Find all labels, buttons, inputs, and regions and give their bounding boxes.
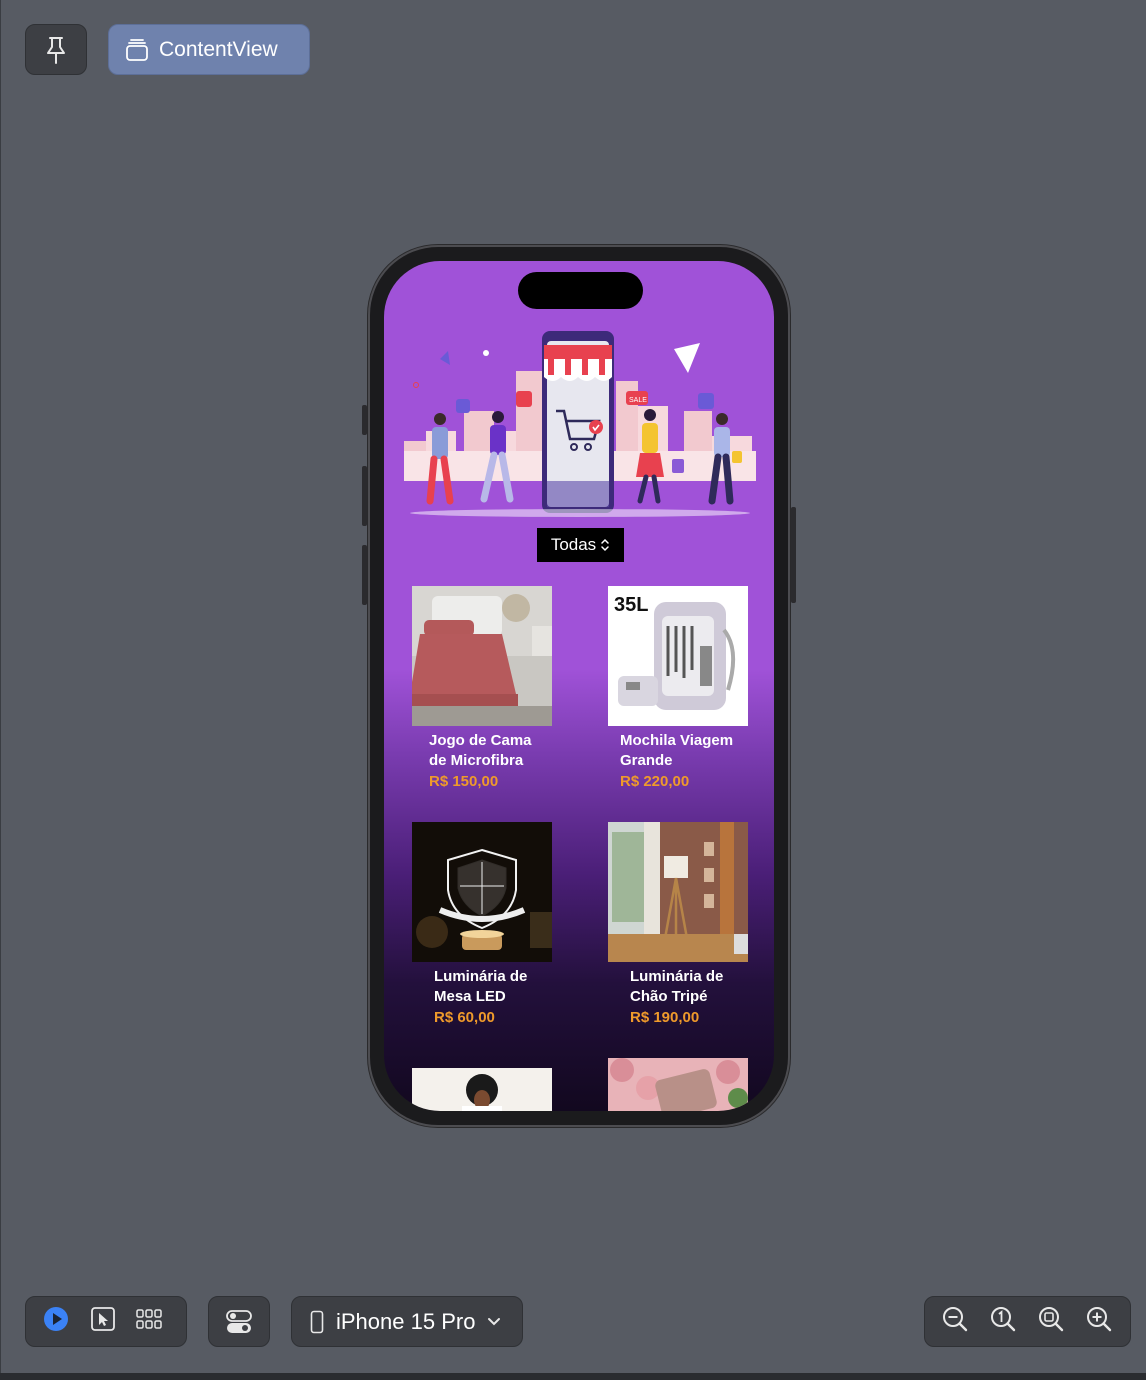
preview-title: ContentView (159, 37, 278, 61)
product-name-line: Luminária de (434, 968, 528, 985)
canvas-left-border (0, 0, 1, 1380)
zoom-out-icon[interactable] (941, 1305, 969, 1338)
product-name: Mochila Viagem Grande (620, 731, 760, 771)
product-price: R$ 150,00 (429, 773, 499, 790)
canvas-bottom-border (0, 1373, 1146, 1380)
shopping-hero-illustration: SALE (404, 331, 756, 517)
selectable-mode-cursor-icon[interactable] (90, 1306, 116, 1337)
product-name-line: Jogo de Cama (429, 732, 532, 749)
category-picker-label: Todas (550, 535, 597, 554)
product-name-line: Luminária de (630, 968, 724, 985)
stacked-windows-icon (126, 38, 148, 61)
product-name-line: Grande (620, 752, 673, 769)
variants-grid-icon[interactable] (136, 1308, 162, 1335)
product-name-line: Mesa LED (434, 988, 506, 1005)
chevron-down-icon (488, 1317, 501, 1325)
iphone-icon (310, 1310, 324, 1333)
toggle-settings-icon (226, 1309, 252, 1333)
device-name: iPhone 15 Pro (336, 1308, 476, 1334)
product-name-line: Mochila Viagem (620, 732, 734, 749)
product-image-bedding (412, 586, 552, 726)
product-price: R$ 190,00 (630, 1009, 700, 1026)
category-picker[interactable]: Todas (537, 528, 624, 562)
zoom-in-icon[interactable] (1085, 1305, 1113, 1338)
product-name: Luminária de Mesa LED (434, 967, 574, 1007)
product-image-partial-roses[interactable] (608, 1058, 748, 1111)
pin-icon (47, 36, 65, 64)
zoom-controls (924, 1296, 1131, 1347)
product-image-floor-lamp (608, 822, 748, 962)
phone-screen: SALE Todas Jogo de Cama de Microfibra R$… (384, 261, 774, 1111)
product-price: R$ 220,00 (620, 773, 690, 790)
preview-mode-group (25, 1296, 187, 1347)
product-image-led-lamp (412, 822, 552, 962)
power-button (791, 507, 796, 603)
action-button (362, 405, 367, 435)
product-name: Jogo de Cama de Microfibra (429, 731, 569, 771)
chevron-up-down-icon (600, 538, 610, 552)
dynamic-island (518, 272, 643, 309)
live-preview-play-icon[interactable] (42, 1305, 70, 1338)
svg-text:SALE: SALE (629, 397, 647, 404)
product-name-line: de Microfibra (429, 752, 524, 769)
zoom-actual-size-icon[interactable] (989, 1305, 1017, 1338)
zoom-to-fit-icon[interactable] (1037, 1305, 1065, 1338)
product-image-backpack: 35L (608, 586, 748, 726)
device-selector[interactable]: iPhone 15 Pro (291, 1296, 523, 1347)
volume-down-button (362, 545, 367, 605)
canvas-settings-button[interactable] (208, 1296, 270, 1347)
content-view-preview-button[interactable]: ContentView (108, 24, 310, 75)
product-name-line: Chão Tripé (630, 988, 708, 1005)
pin-preview-button[interactable] (25, 24, 87, 75)
iphone-frame: SALE Todas Jogo de Cama de Microfibra R$… (368, 245, 790, 1127)
volume-up-button (362, 466, 367, 526)
product-price: R$ 60,00 (434, 1009, 495, 1026)
product-image-partial-apparel[interactable] (412, 1068, 552, 1111)
product-name: Luminária de Chão Tripé (630, 967, 770, 1007)
product-image-capacity-label: 35L (614, 594, 649, 616)
